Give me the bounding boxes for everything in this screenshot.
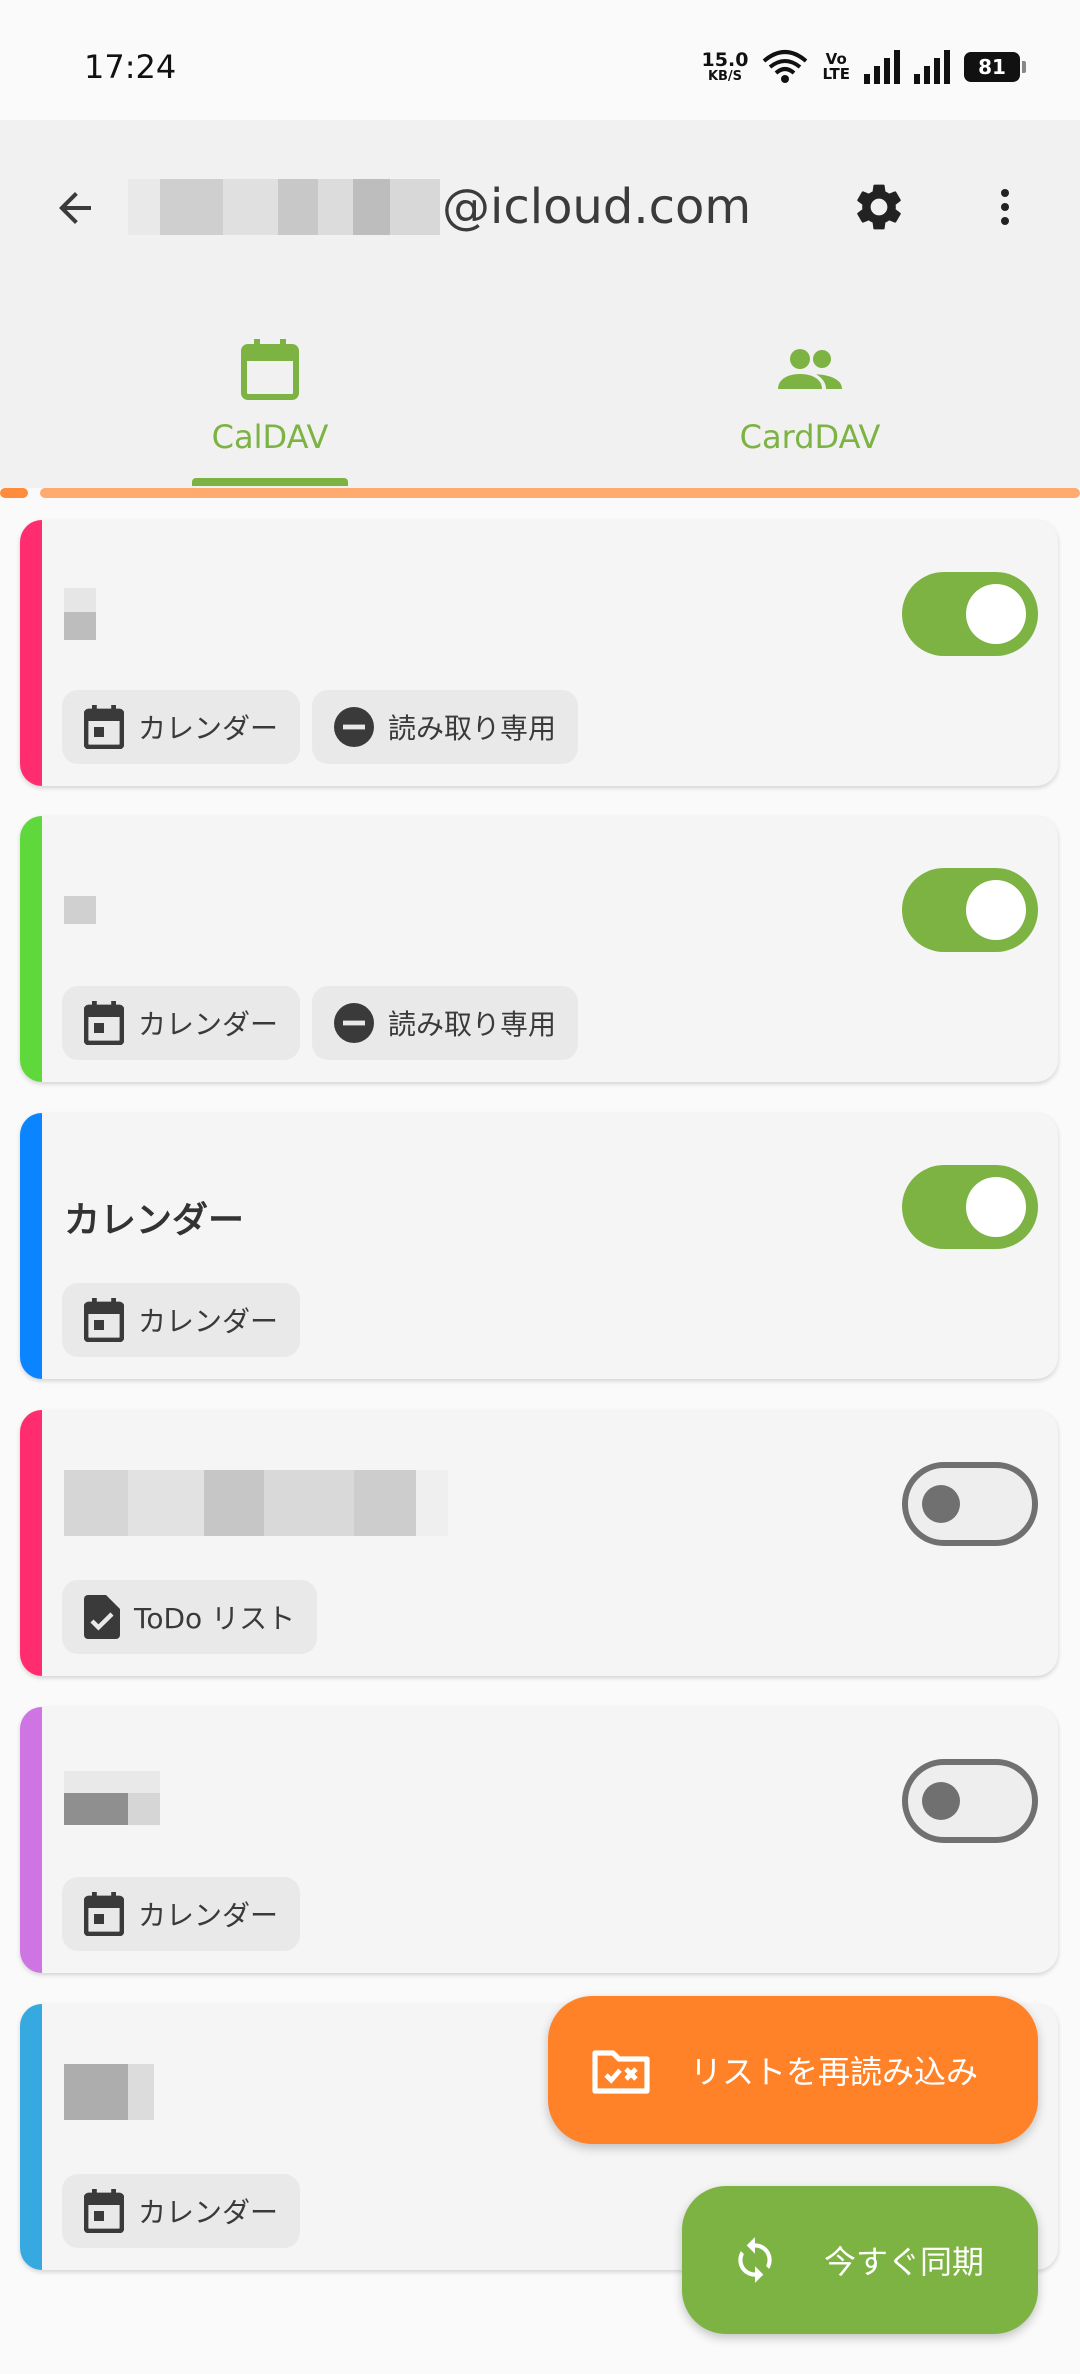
folder-sync-icon [592, 2050, 650, 2094]
collection-color [20, 816, 42, 1082]
tab-label: CalDAV [211, 418, 329, 456]
collection-color [20, 1707, 42, 1973]
chip-read-only: 読み取り専用 [312, 690, 579, 764]
chip-calendar: カレンダー [62, 2174, 301, 2248]
task-file-icon [84, 1595, 120, 1639]
collection-sync-toggle[interactable] [902, 1462, 1038, 1546]
collection-color [20, 1410, 42, 1676]
status-time: 17:24 [84, 48, 177, 86]
redacted-collection-name [64, 2064, 154, 2120]
collection-color [20, 520, 42, 786]
back-button[interactable] [42, 175, 108, 241]
collection-sync-toggle[interactable] [902, 572, 1038, 656]
sync-progress-bar [0, 488, 1080, 500]
chip-calendar: カレンダー [62, 690, 301, 764]
collection-card[interactable]: カレンダー カレンダー [20, 1113, 1058, 1379]
signal-icon-2 [914, 50, 950, 84]
collection-name: カレンダー [64, 1200, 245, 1241]
collection-card[interactable]: カレンダー [20, 1707, 1058, 1973]
collection-sync-toggle[interactable] [902, 1759, 1038, 1843]
tab-label: CardDAV [739, 418, 881, 456]
sync-icon [738, 2237, 772, 2283]
arrow-back-icon [59, 192, 91, 224]
collection-card[interactable]: ToDo リスト [20, 1410, 1058, 1676]
calendar-icon [84, 2189, 124, 2233]
chip-calendar: カレンダー [62, 986, 301, 1060]
redacted-account-name [128, 179, 440, 235]
redacted-collection-name [64, 1771, 160, 1825]
more-options-button[interactable] [972, 174, 1038, 240]
collection-card[interactable]: カレンダー 読み取り専用 [20, 816, 1058, 1082]
sync-now-button[interactable]: 今すぐ同期 [682, 2186, 1038, 2334]
remove-circle-icon [334, 1003, 375, 1043]
calendar-icon [84, 1001, 124, 1045]
refresh-label: リストを再読み込み [690, 2053, 979, 2091]
chip-calendar: カレンダー [62, 1877, 301, 1951]
signal-icon [864, 50, 900, 84]
collection-sync-toggle[interactable] [902, 1165, 1038, 1249]
refresh-collections-button[interactable]: リストを再読み込み [548, 1996, 1038, 2144]
calendar-icon [241, 339, 299, 400]
collection-color [20, 1113, 42, 1379]
account-title: @icloud.com [128, 172, 751, 242]
calendar-icon [84, 1892, 124, 1936]
tab-carddav[interactable]: CardDAV [540, 320, 1080, 490]
redacted-collection-name [64, 1470, 448, 1536]
tab-indicator [192, 478, 348, 486]
tab-caldav[interactable]: CalDAV [0, 320, 540, 490]
sync-label: 今すぐ同期 [824, 2243, 985, 2281]
app-bar: @icloud.com CalDAV CardDAV [0, 120, 1080, 490]
battery-indicator: 81 [964, 52, 1026, 82]
more-vert-icon [1001, 189, 1009, 225]
chip-calendar: カレンダー [62, 1283, 301, 1357]
people-icon [778, 349, 842, 389]
status-icons: 15.0 KB/S Vo LTE 81 [701, 46, 1026, 88]
volte-indicator: Vo LTE [822, 50, 850, 83]
collection-sync-toggle[interactable] [902, 868, 1038, 952]
redacted-collection-name [64, 896, 96, 924]
wifi-icon [763, 50, 808, 83]
net-speed: 15.0 KB/S [701, 49, 749, 84]
redacted-collection-name [64, 588, 96, 640]
remove-circle-icon [334, 707, 375, 747]
account-suffix: @icloud.com [442, 179, 752, 235]
calendar-icon [84, 1298, 124, 1342]
settings-button[interactable] [846, 174, 912, 240]
chip-read-only: 読み取り専用 [312, 986, 579, 1060]
collection-card[interactable]: カレンダー 読み取り専用 [20, 520, 1058, 786]
gear-icon [857, 184, 901, 230]
chip-todo-list: ToDo リスト [62, 1580, 318, 1654]
status-bar: 17:24 15.0 KB/S Vo LTE 81 [0, 0, 1080, 120]
collection-color [20, 2004, 42, 2270]
calendar-icon [84, 705, 124, 749]
